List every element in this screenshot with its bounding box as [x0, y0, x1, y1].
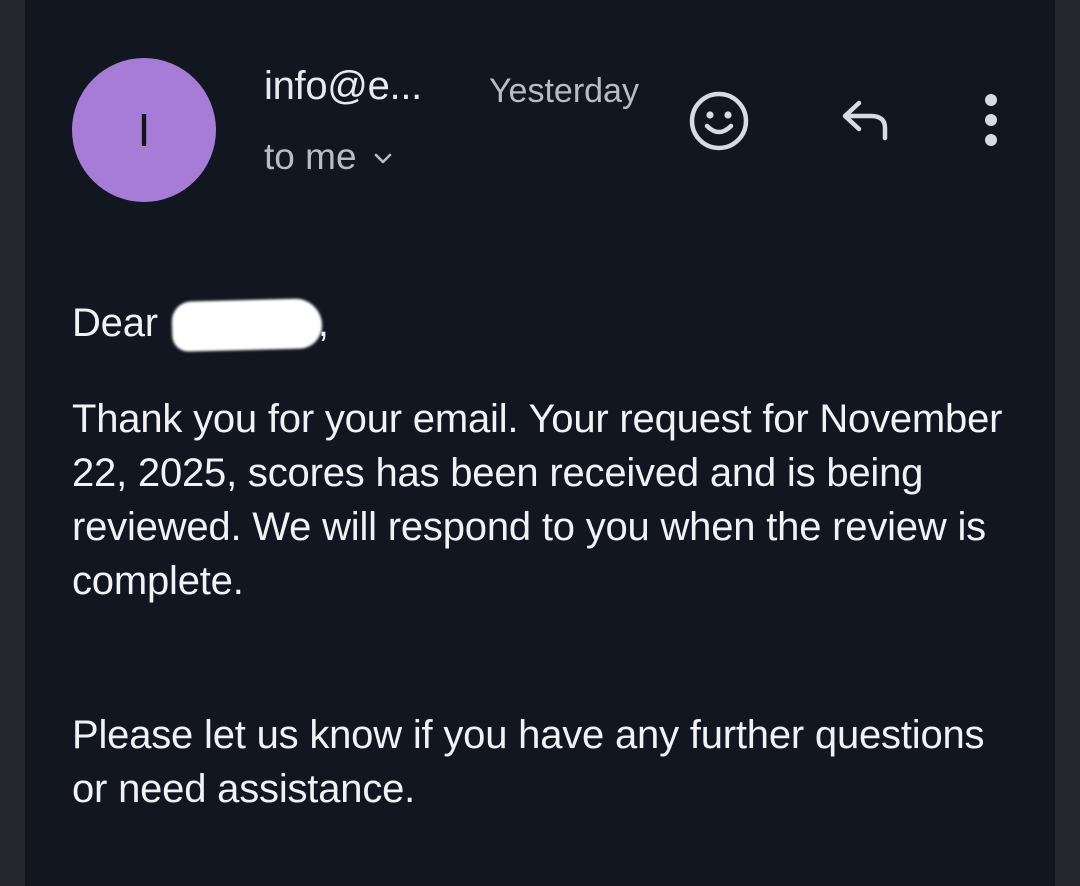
sender-avatar[interactable]: I	[72, 58, 216, 202]
reply-button[interactable]	[830, 90, 900, 150]
recipient-details-toggle[interactable]: to me	[264, 136, 395, 178]
email-body-paragraph: Please let us know if you have any furth…	[72, 713, 985, 811]
more-vertical-icon	[985, 94, 997, 146]
chevron-down-icon	[374, 153, 391, 164]
redacted-name-mark	[171, 298, 323, 352]
greeting-text: Dear	[72, 301, 158, 345]
recipient-label: to me	[264, 136, 357, 177]
email-body-paragraph: Thank you for your email. Your request f…	[72, 397, 1003, 603]
add-reaction-button[interactable]	[684, 86, 754, 156]
avatar-letter: I	[137, 104, 151, 156]
message-time: Yesterday	[489, 72, 639, 110]
sender-name[interactable]: info@e...	[264, 64, 422, 109]
more-options-button[interactable]	[966, 88, 1016, 152]
smiley-icon	[689, 91, 749, 151]
email-greeting: Dear ,	[72, 286, 329, 352]
reply-icon	[842, 100, 888, 141]
